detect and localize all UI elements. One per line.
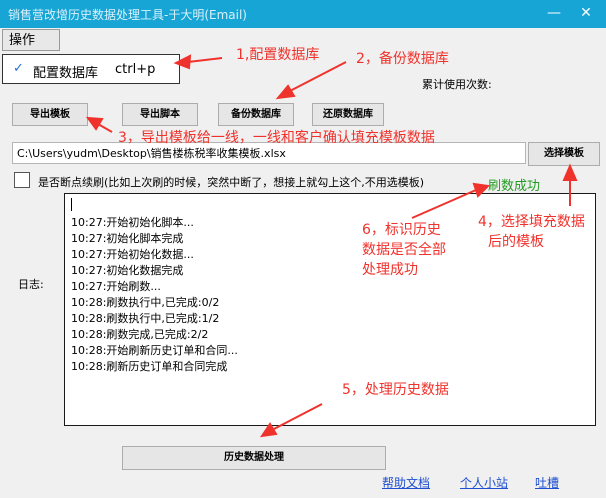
annotation-6-line1: 6，标识历史 [362,222,441,238]
arrow-config-db [187,57,223,63]
arrowhead-icon [562,163,578,181]
annotation-5: 5，处理历史数据 [342,382,449,398]
arrowhead-icon [85,116,104,131]
annotation-1: 1,配置数据库 [236,47,320,63]
annotation-6-line3: 处理成功 [362,262,418,278]
annotation-6-line2: 数据是否全部 [362,242,446,258]
annotation-3: 3，导出模板给一线，一线和客户确认填充模板数据 [118,130,435,146]
annotation-4-line2: 后的模板 [488,234,544,250]
arrow-history-process [271,403,323,431]
arrow-export-template [97,123,113,133]
arrowhead-icon [275,84,296,100]
arrowhead-icon [173,54,192,70]
annotation-2: 2，备份数据库 [356,51,449,67]
annotation-4-line1: 4，选择填充数据 [478,214,585,230]
arrowhead-icon [259,422,278,438]
arrow-success-status [411,189,477,219]
arrow-backup-db [287,61,347,93]
arrowhead-icon [472,182,491,198]
